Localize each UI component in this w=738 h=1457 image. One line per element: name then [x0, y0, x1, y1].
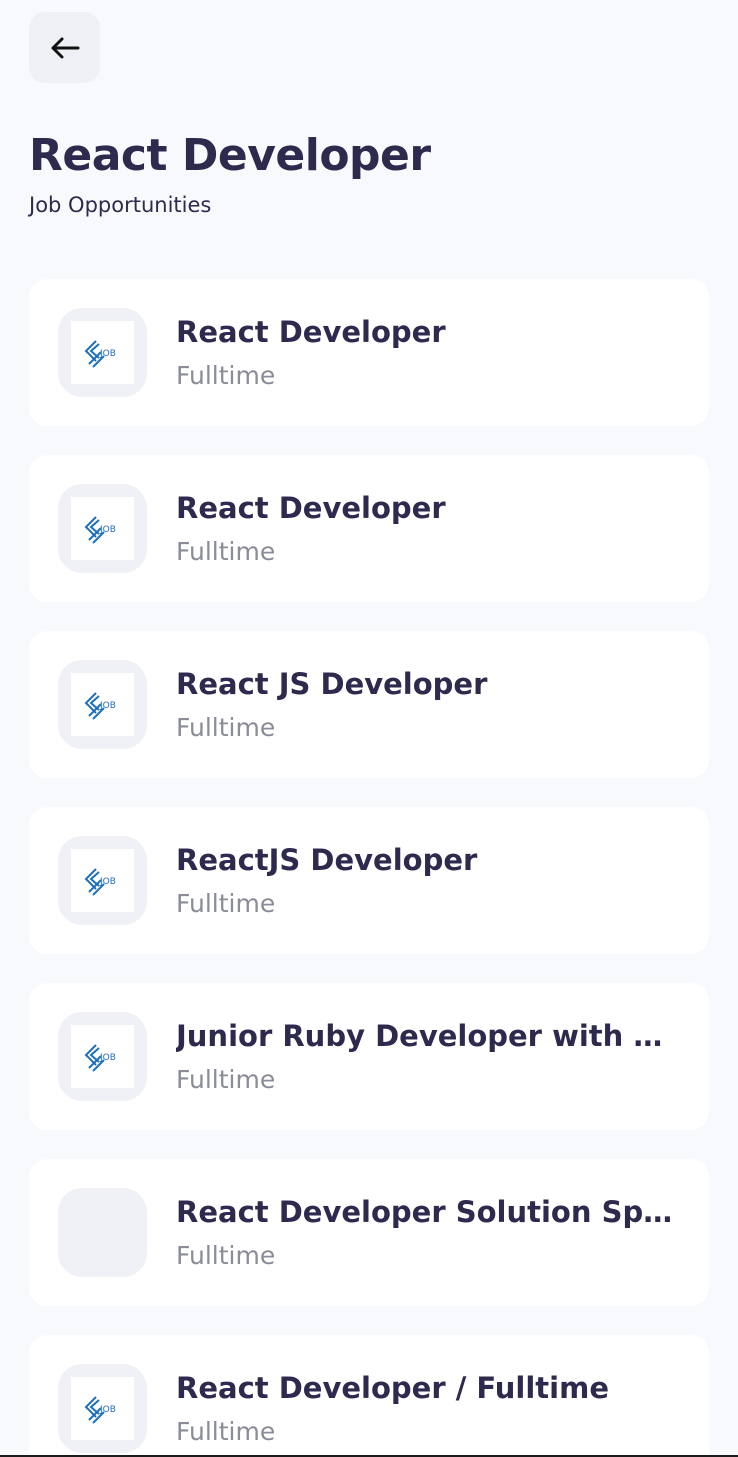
job-title: React Developer Solution Spe... — [176, 1195, 676, 1229]
job-type: Fulltime — [176, 537, 276, 566]
logo-text: JOB — [99, 701, 116, 711]
logo-text: JOB — [99, 525, 116, 535]
logo-text: JOB — [99, 349, 116, 359]
job-type: Fulltime — [176, 713, 276, 742]
company-logo-image: JOB — [71, 849, 134, 912]
job-logo-icon: JOB — [84, 1395, 116, 1424]
job-type: Fulltime — [176, 1065, 276, 1094]
job-title: ReactJS Developer — [176, 843, 478, 877]
logo-text: JOB — [99, 1405, 116, 1415]
job-card[interactable]: JOB React Developer / Fulltime Fulltime — [29, 1335, 709, 1457]
page-title: React Developer — [29, 130, 431, 181]
logo-text: JOB — [99, 877, 116, 887]
job-logo-icon: JOB — [84, 339, 116, 368]
company-logo-placeholder — [58, 1188, 147, 1277]
job-logo-icon: JOB — [84, 1043, 116, 1072]
company-logo: JOB — [58, 660, 147, 749]
company-logo: JOB — [58, 308, 147, 397]
job-list-screen: React Developer Job Opportunities JOB Re… — [0, 0, 738, 1457]
job-card[interactable]: JOB React Developer Fulltime — [29, 455, 709, 602]
job-type: Fulltime — [176, 1417, 276, 1446]
job-logo-icon: JOB — [84, 691, 116, 720]
company-logo-image: JOB — [71, 321, 134, 384]
job-logo-icon: JOB — [84, 515, 116, 544]
company-logo: JOB — [58, 1012, 147, 1101]
company-logo-image: JOB — [71, 1377, 134, 1440]
job-type: Fulltime — [176, 1241, 276, 1270]
company-logo-image: JOB — [71, 1025, 134, 1088]
job-title: React Developer / Fulltime — [176, 1371, 609, 1405]
job-title: React Developer — [176, 315, 446, 349]
job-title: Junior Ruby Developer with R... — [176, 1019, 676, 1053]
job-list: JOB React Developer Fulltime JOB React D… — [29, 279, 709, 1457]
company-logo-image: JOB — [71, 673, 134, 736]
job-title: React Developer — [176, 491, 446, 525]
job-card[interactable]: JOB ReactJS Developer Fulltime — [29, 807, 709, 954]
page-subtitle: Job Opportunities — [29, 193, 212, 217]
arrow-left-icon — [51, 37, 79, 58]
logo-text: JOB — [99, 1053, 116, 1063]
job-type: Fulltime — [176, 889, 276, 918]
job-card[interactable]: JOB React Developer Fulltime — [29, 279, 709, 426]
company-logo: JOB — [58, 1364, 147, 1453]
company-logo-image: JOB — [71, 497, 134, 560]
job-card[interactable]: JOB React JS Developer Fulltime — [29, 631, 709, 778]
job-title: React JS Developer — [176, 667, 488, 701]
company-logo: JOB — [58, 836, 147, 925]
job-logo-icon: JOB — [84, 867, 116, 896]
job-type: Fulltime — [176, 361, 276, 390]
company-logo: JOB — [58, 484, 147, 573]
job-card[interactable]: JOB Junior Ruby Developer with R... Full… — [29, 983, 709, 1130]
back-button[interactable] — [29, 12, 100, 83]
job-card[interactable]: React Developer Solution Spe... Fulltime — [29, 1159, 709, 1306]
